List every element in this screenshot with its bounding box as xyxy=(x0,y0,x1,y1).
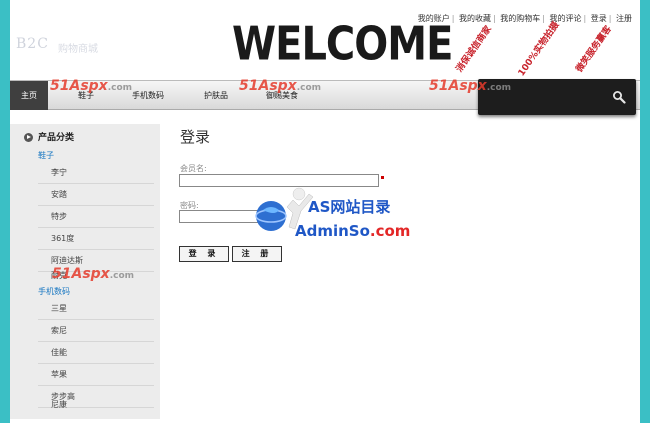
search-icon[interactable] xyxy=(612,90,626,104)
watermark-51aspx: 51Aspx.com xyxy=(239,78,322,94)
category-item[interactable]: 安踏 xyxy=(38,184,154,206)
category-item[interactable]: 尼康 xyxy=(38,394,154,416)
play-arrow-icon xyxy=(24,133,33,142)
username-label: 会员名: xyxy=(180,164,207,173)
page-frame: B2C 购物商城 WELCOME 我的账户 | 我的收藏 | 我的购物车 | 我的评论… xyxy=(10,0,640,423)
nav-item-skincare[interactable]: 护肤品 xyxy=(204,90,228,101)
stamp-smile-service: 微笑服务赢客 xyxy=(574,24,614,75)
trust-stamps: 消保诚信商家 100%实物拍摄 微笑服务赢客 xyxy=(440,20,630,79)
nav-item-digital[interactable]: 手机数码 xyxy=(132,90,164,101)
category-item[interactable]: 佳能 xyxy=(38,342,154,364)
category-item[interactable]: 361度 xyxy=(38,228,154,250)
watermark-51aspx: 51Aspx.com xyxy=(50,78,133,94)
category-item[interactable]: 苹果 xyxy=(38,364,154,386)
site-logo[interactable]: B2C xyxy=(16,36,49,52)
category-item[interactable]: 索尼 xyxy=(38,320,154,342)
required-marker xyxy=(381,176,384,179)
adminso-title: AS网站目录 xyxy=(308,198,391,216)
stamp-real-photos: 100%实物拍摄 xyxy=(516,20,562,79)
stamp-trusted-seller: 消保诚信商家 xyxy=(454,24,494,75)
register-button[interactable]: 注 册 xyxy=(232,246,282,262)
login-title: 登录 xyxy=(180,128,211,146)
category-item[interactable]: 特步 xyxy=(38,206,154,228)
category-title: 产品分类 xyxy=(38,133,75,143)
welcome-banner: WELCOME xyxy=(232,18,453,71)
nav-item-home[interactable]: 主页 xyxy=(10,81,48,110)
category-group-shoes[interactable]: 鞋子 xyxy=(38,150,54,161)
category-item[interactable]: 三星 xyxy=(38,298,154,320)
login-button[interactable]: 登 录 xyxy=(179,246,229,262)
watermark-51aspx: 51Aspx.com xyxy=(429,78,512,94)
category-item[interactable]: 李宁 xyxy=(38,162,154,184)
category-group-digital[interactable]: 手机数码 xyxy=(38,286,70,297)
site-logo-subtitle: 购物商城 xyxy=(58,44,98,55)
password-input[interactable] xyxy=(179,210,259,223)
adminso-domain: AdminSo.com xyxy=(295,222,411,240)
site-header: B2C 购物商城 WELCOME 我的账户 | 我的收藏 | 我的购物车 | 我的评论… xyxy=(10,0,640,80)
watermark-51aspx: 51Aspx.com xyxy=(52,266,135,282)
